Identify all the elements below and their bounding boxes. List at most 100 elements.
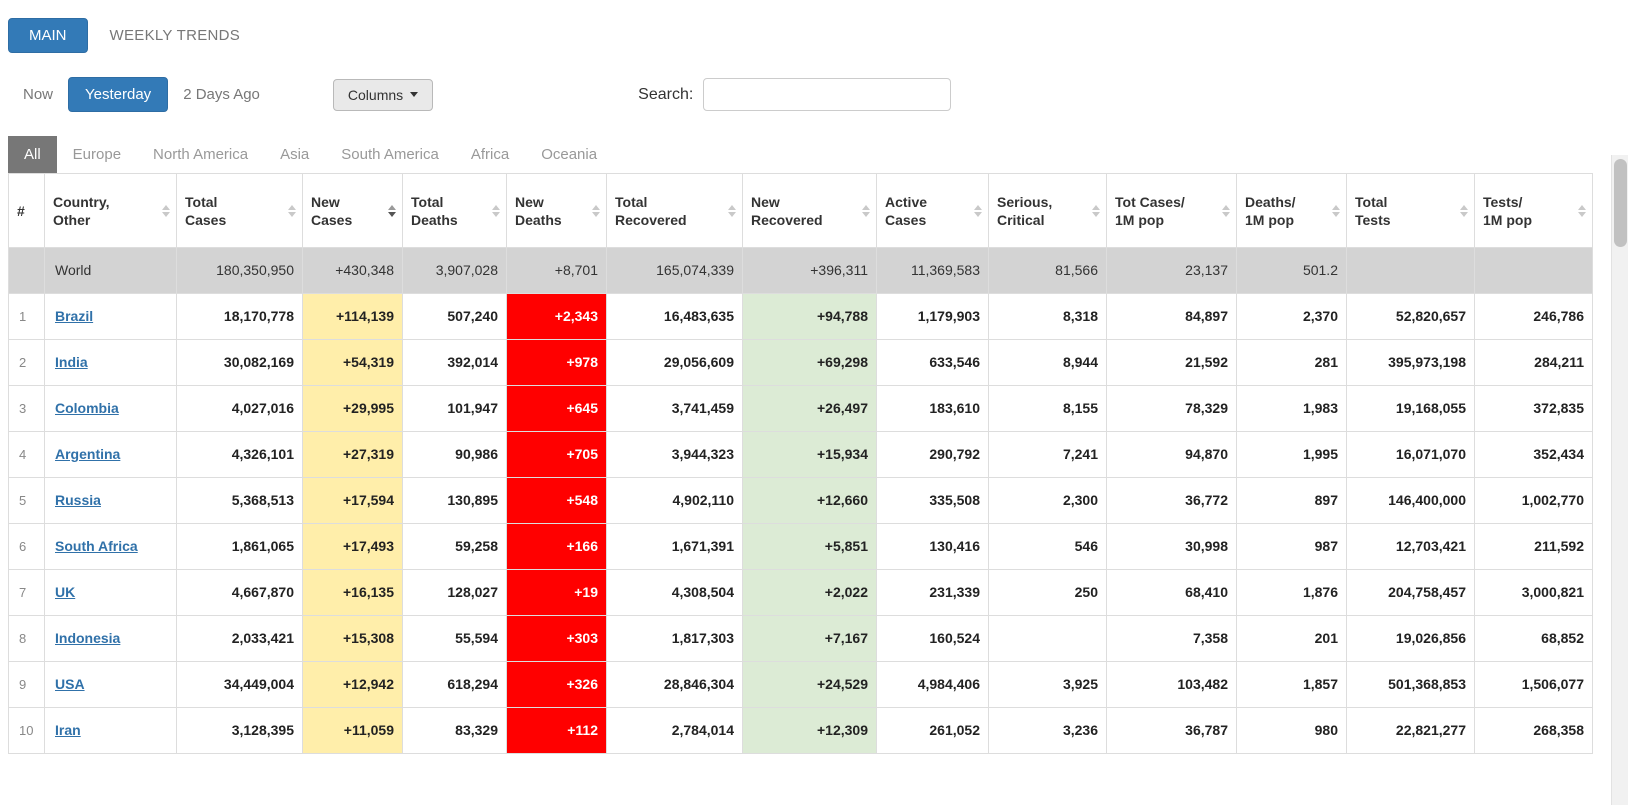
cell-total_recovered: 165,074,339 [607,248,743,294]
search-input[interactable] [703,78,951,111]
cell-serious_critical: 2,300 [989,478,1107,524]
table-row-usa: 9USA34,449,004+12,942618,294+32628,846,3… [9,662,1593,708]
col-header-deaths_per_1m[interactable]: Deaths/1M pop [1237,174,1347,248]
cell-country: India [45,340,177,386]
cell-country: UK [45,570,177,616]
col-header-total_recovered[interactable]: TotalRecovered [607,174,743,248]
col-header-label: # [17,202,24,220]
cell-country: Argentina [45,432,177,478]
cell-deaths_per_1m: 1,983 [1237,386,1347,432]
cell-tests_per_1m: 68,852 [1475,616,1593,662]
country-link-argentina[interactable]: Argentina [55,446,120,462]
cell-active_cases: 633,546 [877,340,989,386]
country-link-russia[interactable]: Russia [55,492,101,508]
cell-new_deaths: +166 [507,524,607,570]
col-header-total_deaths[interactable]: TotalDeaths [403,174,507,248]
cell-active_cases: 290,792 [877,432,989,478]
col-header-total_cases[interactable]: TotalCases [177,174,303,248]
col-header-active_cases[interactable]: ActiveCases [877,174,989,248]
table-row-russia: 5Russia5,368,513+17,594130,895+5484,902,… [9,478,1593,524]
cell-country: South Africa [45,524,177,570]
col-header-serious_critical[interactable]: Serious,Critical [989,174,1107,248]
cell-total_deaths: 392,014 [403,340,507,386]
country-link-iran[interactable]: Iran [55,722,81,738]
cell-cases_per_1m: 68,410 [1107,570,1237,616]
filter-2-days-ago[interactable]: 2 Days Ago [168,78,275,111]
region-tab-europe[interactable]: Europe [57,136,137,173]
cell-new_deaths: +645 [507,386,607,432]
cell-new_deaths: +548 [507,478,607,524]
cell-total_tests: 22,821,277 [1347,708,1475,754]
cell-deaths_per_1m: 281 [1237,340,1347,386]
cell-tests_per_1m: 211,592 [1475,524,1593,570]
region-tab-north-america[interactable]: North America [137,136,264,173]
cell-total_recovered: 2,784,014 [607,708,743,754]
cell-total_recovered: 3,944,323 [607,432,743,478]
country-link-indonesia[interactable]: Indonesia [55,630,120,646]
col-header-label: TotalRecovered [615,193,722,229]
cell-cases_per_1m: 78,329 [1107,386,1237,432]
sort-icon [592,205,600,217]
cell-rank: 4 [9,432,45,478]
cell-rank: 1 [9,294,45,340]
cell-serious_critical: 250 [989,570,1107,616]
tab-weekly-trends[interactable]: WEEKLY TRENDS [110,27,241,44]
cell-cases_per_1m: 36,787 [1107,708,1237,754]
cell-new_deaths: +112 [507,708,607,754]
cell-active_cases: 4,984,406 [877,662,989,708]
cell-total_recovered: 1,817,303 [607,616,743,662]
cell-total_recovered: 29,056,609 [607,340,743,386]
cell-active_cases: 183,610 [877,386,989,432]
col-header-tests_per_1m[interactable]: Tests/1M pop [1475,174,1593,248]
country-link-south-africa[interactable]: South Africa [55,538,138,554]
world-row: World180,350,950+430,3483,907,028+8,7011… [9,248,1593,294]
cell-serious_critical: 3,236 [989,708,1107,754]
cell-new_deaths: +303 [507,616,607,662]
region-tab-south-america[interactable]: South America [325,136,455,173]
region-tab-all[interactable]: All [8,136,57,173]
cell-rank: 5 [9,478,45,524]
cell-total_deaths: 128,027 [403,570,507,616]
country-link-brazil[interactable]: Brazil [55,308,93,324]
cell-total_deaths: 507,240 [403,294,507,340]
cell-rank: 7 [9,570,45,616]
col-header-new_recovered[interactable]: NewRecovered [743,174,877,248]
country-link-uk[interactable]: UK [55,584,75,600]
cell-total_recovered: 1,671,391 [607,524,743,570]
cell-total_deaths: 90,986 [403,432,507,478]
cell-total_tests [1347,248,1475,294]
scrollbar-thumb[interactable] [1614,159,1627,247]
cell-new_deaths: +978 [507,340,607,386]
country-link-colombia[interactable]: Colombia [55,400,119,416]
tab-main[interactable]: MAIN [8,18,88,53]
region-tab-asia[interactable]: Asia [264,136,325,173]
columns-dropdown-button[interactable]: Columns [333,79,433,111]
vertical-scrollbar[interactable] [1611,155,1628,805]
cell-serious_critical: 8,155 [989,386,1107,432]
cell-tests_per_1m: 3,000,821 [1475,570,1593,616]
cell-new_recovered: +69,298 [743,340,877,386]
cell-new_cases: +11,059 [303,708,403,754]
country-link-india[interactable]: India [55,354,88,370]
filter-now[interactable]: Now [8,78,68,111]
country-link-usa[interactable]: USA [55,676,85,692]
region-tab-africa[interactable]: Africa [455,136,525,173]
filter-yesterday[interactable]: Yesterday [68,77,168,112]
table-row-argentina: 4Argentina4,326,101+27,31990,986+7053,94… [9,432,1593,478]
cell-new_recovered: +12,660 [743,478,877,524]
cell-new_recovered: +26,497 [743,386,877,432]
col-header-country[interactable]: Country,Other [45,174,177,248]
cell-active_cases: 11,369,583 [877,248,989,294]
col-header-cases_per_1m[interactable]: Tot Cases/1M pop [1107,174,1237,248]
cell-rank: 3 [9,386,45,432]
col-header-label: TotalCases [185,193,282,229]
region-tab-oceania[interactable]: Oceania [525,136,613,173]
col-header-total_tests[interactable]: TotalTests [1347,174,1475,248]
cell-country-world: World [45,248,177,294]
cell-deaths_per_1m: 501.2 [1237,248,1347,294]
search-label: Search: [638,86,693,104]
col-header-new_cases[interactable]: NewCases [303,174,403,248]
col-header-new_deaths[interactable]: NewDeaths [507,174,607,248]
cell-total_recovered: 16,483,635 [607,294,743,340]
cell-total_tests: 204,758,457 [1347,570,1475,616]
